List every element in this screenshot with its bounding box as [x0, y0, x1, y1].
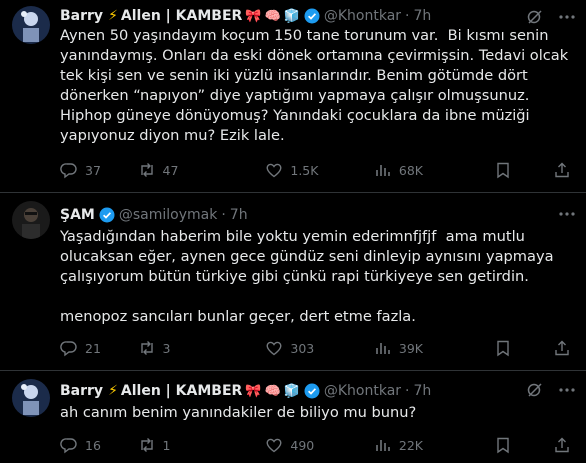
tweet-3[interactable]: Barry ⚡ Allen | KAMBER 🎀 🧠 🧊 @Khontkar ·…	[0, 370, 586, 463]
reply-button[interactable]: 16	[60, 436, 138, 454]
action-bar: 21 3 303 39K	[60, 338, 578, 358]
separator-dot: ·	[405, 8, 410, 24]
author-handle[interactable]: @Khontkar	[324, 383, 401, 399]
tweet-1[interactable]: Barry ⚡ Allen | KAMBER 🎀 🧠 🧊 @Khontkar ·…	[0, 0, 586, 192]
bookmark-icon	[497, 340, 509, 357]
retweet-icon	[140, 163, 153, 177]
lightning-emoji-icon: ⚡	[108, 383, 118, 399]
retweet-icon	[140, 438, 153, 452]
like-button[interactable]: 303	[265, 339, 374, 357]
avatar[interactable]	[12, 201, 50, 239]
tweet-header: Barry ⚡ Allen | KAMBER 🎀 🧠 🧊 @Khontkar ·…	[60, 381, 542, 401]
reply-button[interactable]: 21	[60, 339, 138, 357]
action-bar: 16 1 490 22K	[60, 435, 578, 455]
bookmark-icon	[497, 162, 509, 179]
verified-badge-icon	[304, 383, 320, 399]
retweet-count: 3	[162, 340, 171, 356]
tweet-header: ŞAM @samiloymak · 7h	[60, 205, 542, 225]
verified-badge-icon	[99, 207, 115, 223]
retweet-button[interactable]: 3	[138, 339, 266, 357]
reply-icon	[60, 163, 77, 179]
timestamp[interactable]: 7h	[414, 383, 432, 399]
share-button[interactable]	[553, 161, 578, 179]
like-button[interactable]: 1.5K	[265, 161, 374, 179]
author-name[interactable]: Barry	[60, 8, 103, 24]
like-button[interactable]: 490	[265, 436, 374, 454]
ice-emoji: 🧊	[283, 8, 300, 24]
brain-emoji: 🧠	[264, 383, 281, 399]
verified-badge-icon	[304, 8, 320, 24]
author-name[interactable]: Barry	[60, 383, 103, 399]
retweet-count: 47	[162, 162, 179, 178]
views-icon	[376, 165, 390, 176]
like-icon	[266, 438, 282, 453]
views-count: 68K	[398, 162, 423, 178]
reply-count: 21	[85, 340, 101, 356]
author-name-rest[interactable]: Allen | KAMBER	[121, 8, 242, 24]
like-icon	[266, 341, 282, 356]
share-button[interactable]	[553, 339, 578, 357]
bookmark-icon	[497, 437, 509, 454]
brain-emoji: 🧠	[264, 8, 281, 24]
like-count: 1.5K	[290, 162, 319, 178]
avatar[interactable]	[12, 379, 50, 417]
separator-dot: ·	[405, 383, 410, 399]
author-name[interactable]: ŞAM	[60, 207, 95, 223]
timestamp[interactable]: 7h	[230, 207, 248, 223]
more-icon[interactable]	[558, 205, 576, 227]
author-handle[interactable]: @Khontkar	[324, 8, 401, 24]
ribbon-emoji: 🎀	[245, 383, 262, 399]
share-icon	[555, 437, 569, 453]
reply-icon	[60, 438, 77, 454]
retweet-icon	[140, 341, 153, 355]
bookmark-button[interactable]	[494, 436, 519, 454]
views-count: 39K	[398, 340, 423, 356]
share-icon	[555, 162, 569, 178]
like-icon	[266, 163, 282, 178]
bookmark-button[interactable]	[494, 339, 519, 357]
ice-emoji: 🧊	[283, 383, 300, 399]
retweet-button[interactable]: 1	[138, 436, 266, 454]
like-count: 303	[290, 340, 315, 356]
share-button[interactable]	[553, 436, 578, 454]
views-button[interactable]: 68K	[374, 161, 494, 179]
tweet-2[interactable]: ŞAM @samiloymak · 7h Yaşadığından haberi…	[0, 192, 586, 370]
reply-count: 37	[85, 162, 101, 178]
separator-dot: ·	[221, 207, 226, 223]
retweet-count: 1	[162, 437, 171, 453]
views-button[interactable]: 22K	[374, 436, 494, 454]
reply-count: 16	[85, 437, 101, 453]
timestamp[interactable]: 7h	[414, 8, 432, 24]
views-icon	[376, 343, 390, 354]
like-count: 490	[290, 437, 315, 453]
retweet-button[interactable]: 47	[138, 161, 266, 179]
ribbon-emoji: 🎀	[245, 8, 262, 24]
tweet-text: Yaşadığından haberim bile yoktu yemin ed…	[60, 228, 554, 325]
views-button[interactable]: 39K	[374, 339, 494, 357]
share-icon	[555, 340, 569, 356]
reply-icon	[60, 341, 77, 357]
tweet-header: Barry ⚡ Allen | KAMBER 🎀 🧠 🧊 @Khontkar ·…	[60, 6, 542, 26]
more-icon[interactable]	[558, 381, 576, 403]
lightning-emoji-icon: ⚡	[108, 8, 118, 24]
views-count: 22K	[398, 437, 423, 453]
author-name-rest[interactable]: Allen | KAMBER	[121, 383, 242, 399]
views-icon	[376, 440, 390, 451]
grok-icon[interactable]	[526, 381, 544, 403]
tweet-text: Aynen 50 yaşındayım koçum 150 tane torun…	[60, 27, 573, 144]
reply-button[interactable]: 37	[60, 161, 138, 179]
tweet-text: ah canım benim yanındakiler de biliyo mu…	[60, 404, 417, 421]
avatar[interactable]	[12, 6, 50, 44]
action-bar: 37 47 1.5K 68K	[60, 160, 578, 180]
bookmark-button[interactable]	[494, 161, 519, 179]
author-handle[interactable]: @samiloymak	[119, 207, 217, 223]
